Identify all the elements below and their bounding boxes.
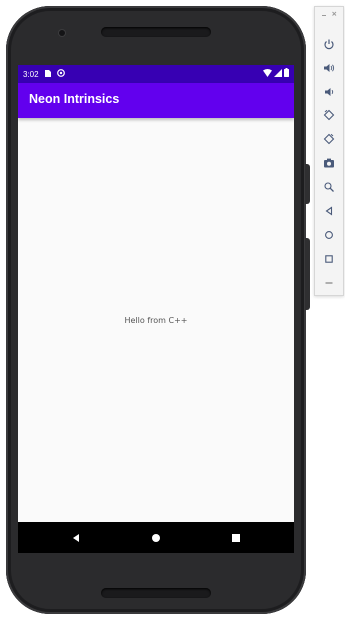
zoom-icon[interactable] <box>322 180 336 194</box>
front-camera <box>59 30 65 36</box>
signal-icon <box>274 68 282 79</box>
emulator-window-controls <box>315 11 343 19</box>
power-icon[interactable] <box>322 37 336 51</box>
volume-up-icon[interactable] <box>322 61 336 75</box>
minimize-icon[interactable] <box>321 11 327 19</box>
rotate-right-icon[interactable] <box>322 132 336 146</box>
camera-screenshot-icon[interactable] <box>322 156 336 170</box>
device-screen[interactable]: 3:02 Neon Intrinsics Hello from C++ <box>18 65 294 553</box>
back-icon[interactable] <box>69 531 83 545</box>
volume-down-icon[interactable] <box>322 85 336 99</box>
status-system-icons <box>263 68 289 79</box>
back-icon[interactable] <box>322 204 336 218</box>
status-bar: 3:02 <box>18 65 294 83</box>
wifi-icon <box>263 68 272 79</box>
close-icon[interactable] <box>331 11 337 19</box>
rotate-left-icon[interactable] <box>322 108 336 122</box>
more-icon[interactable] <box>322 276 336 290</box>
sim-card-icon <box>44 69 51 79</box>
battery-icon <box>284 68 289 79</box>
emulator-toolbar <box>314 6 344 296</box>
app-title: Neon Intrinsics <box>29 92 120 106</box>
earpiece-speaker <box>101 27 211 37</box>
hello-text: Hello from C++ <box>124 316 188 325</box>
overview-icon[interactable] <box>322 252 336 266</box>
hardware-power-button <box>305 164 310 204</box>
hardware-volume-button <box>305 238 310 310</box>
navigation-bar <box>18 522 294 553</box>
status-time: 3:02 <box>23 69 39 79</box>
app-toolbar: Neon Intrinsics <box>18 83 294 118</box>
at-sign-notification-icon <box>56 69 65 79</box>
emulator-stage: 3:02 Neon Intrinsics Hello from C++ <box>0 0 345 618</box>
bottom-speaker <box>101 588 211 598</box>
recents-icon[interactable] <box>229 531 243 545</box>
home-icon[interactable] <box>322 228 336 242</box>
home-icon[interactable] <box>149 531 163 545</box>
